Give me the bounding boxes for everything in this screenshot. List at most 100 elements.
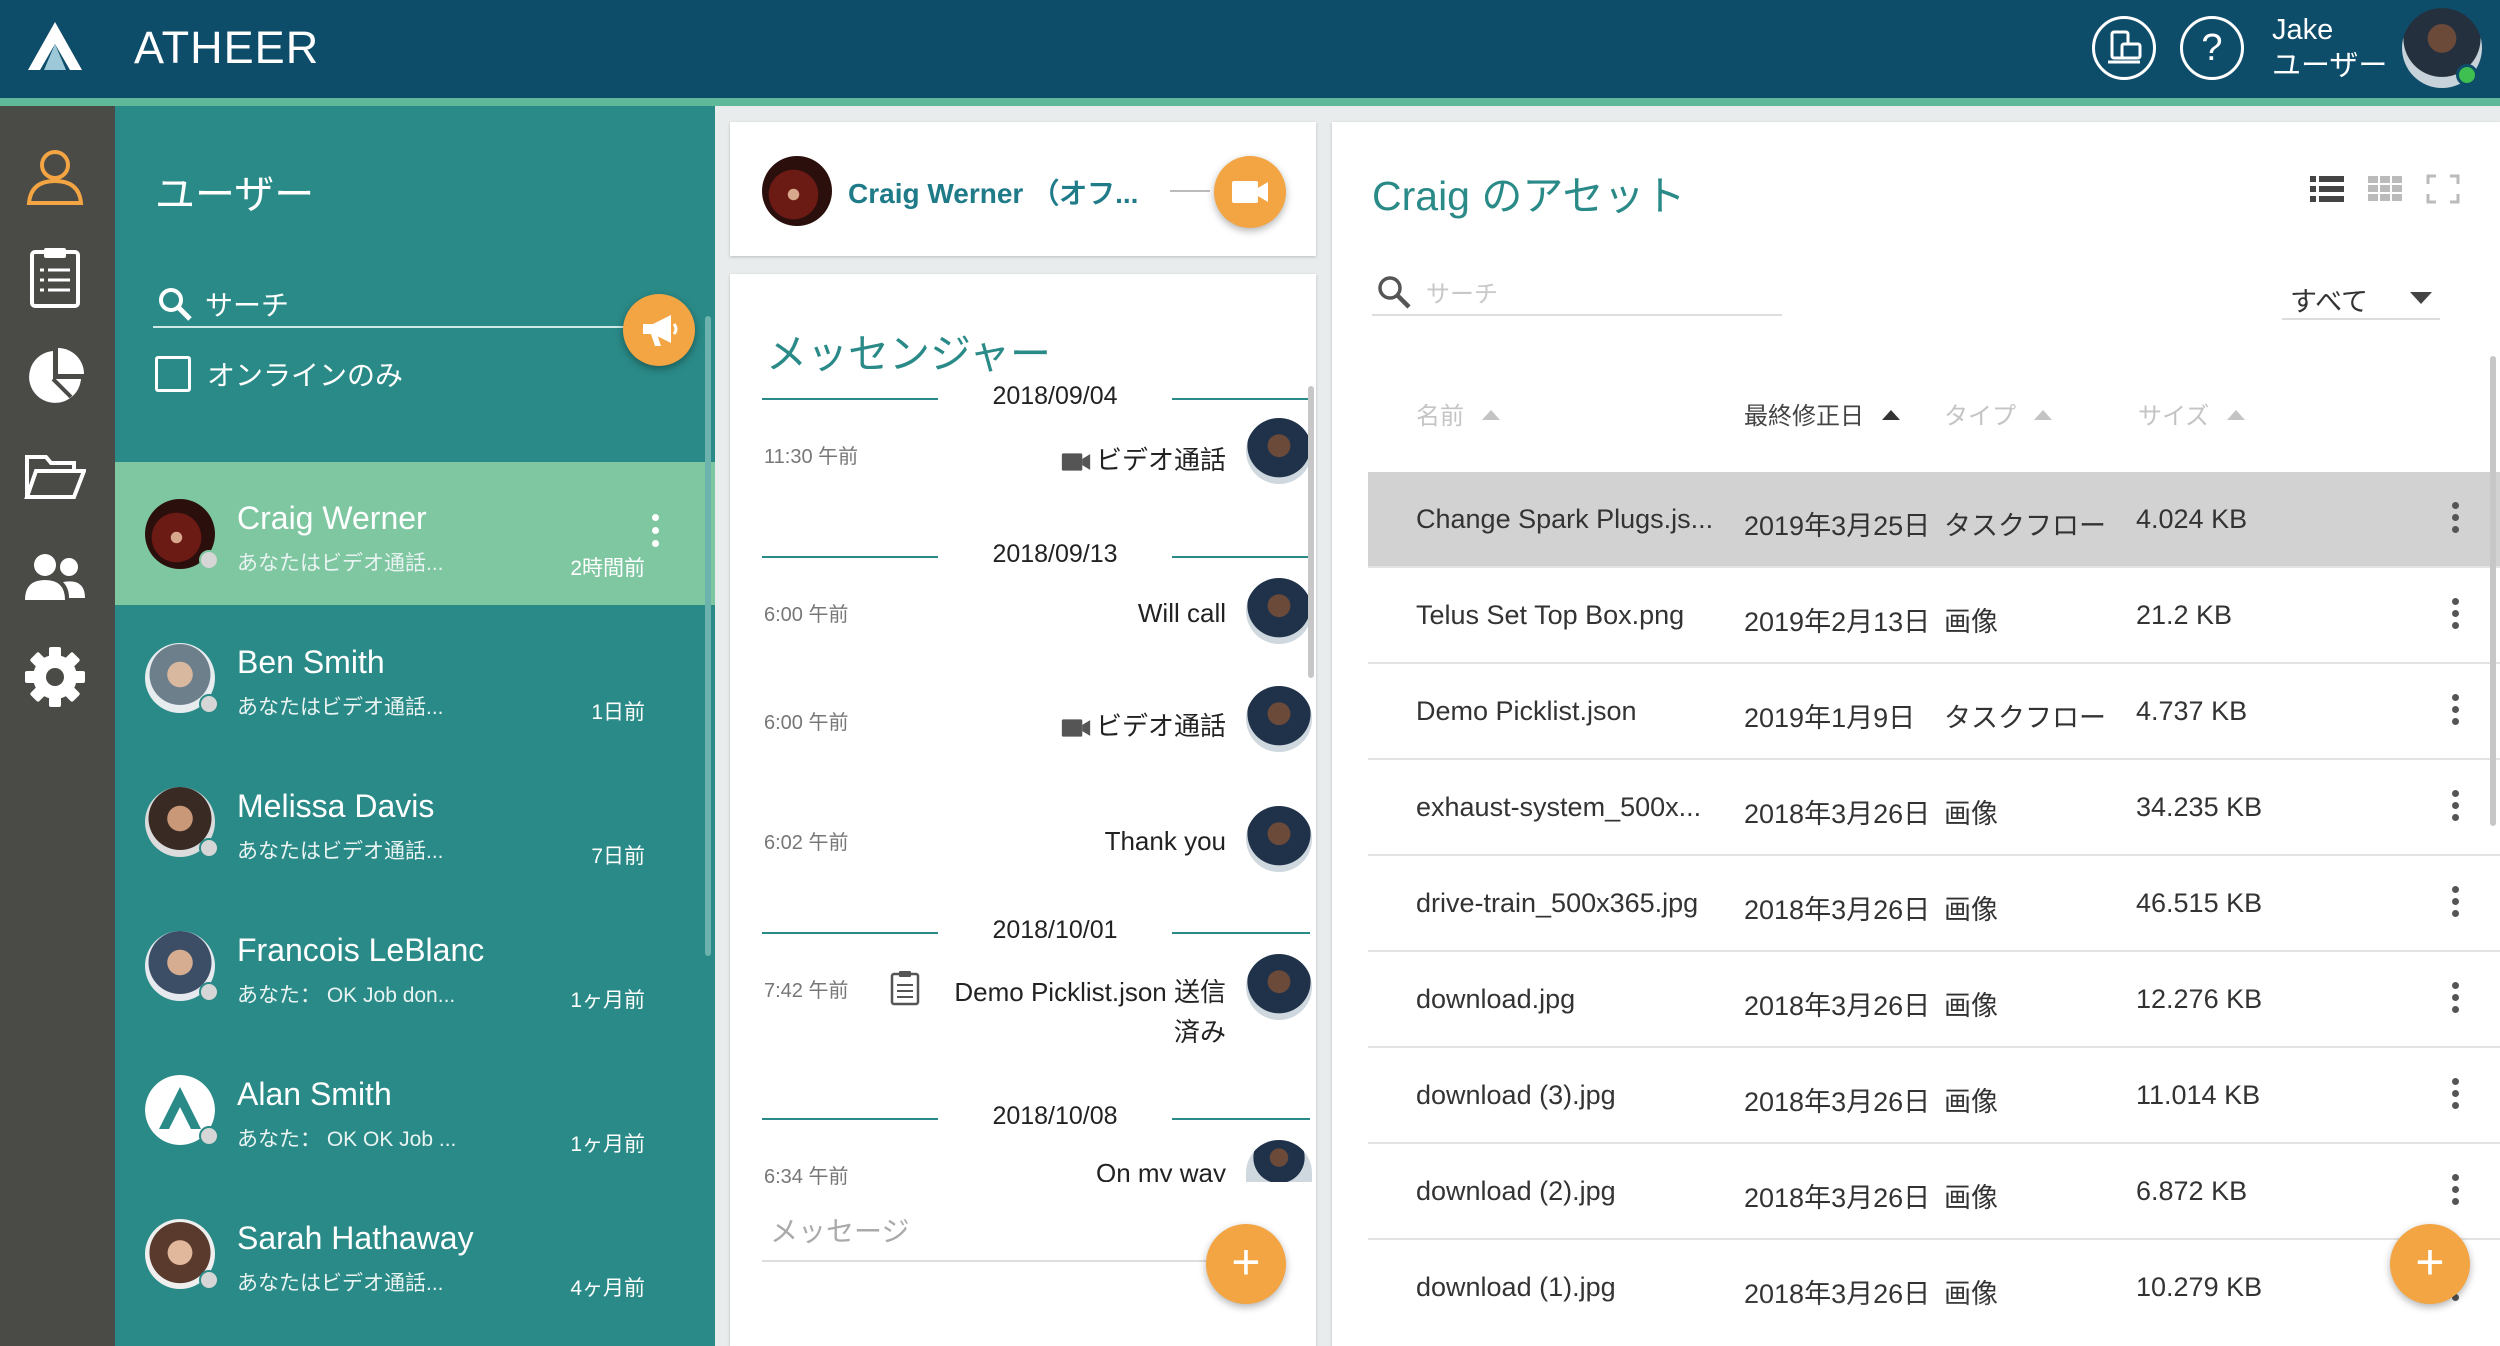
user-row-francois-leblanc[interactable]: Francois LeBlanc あなた： OK Job don... 1ヶ月前 [115, 894, 715, 1037]
sort-icon [2034, 409, 2052, 420]
announce-button[interactable] [623, 294, 695, 366]
more-vert-icon[interactable] [2452, 1078, 2460, 1114]
dropdown-arrow-icon [2410, 292, 2432, 304]
date-label: 2018/09/04 [992, 382, 1118, 410]
asset-row[interactable]: Telus Set Top Box.png 2019年2月13日 画像 21.2 KB [1368, 568, 2500, 664]
user-name: Sarah Hathaway [237, 1220, 474, 1256]
message-time: 7:42 午前 [764, 980, 849, 1002]
asset-modified: 2019年2月13日 [1744, 607, 1931, 637]
column-header-type[interactable]: タイプ [1944, 396, 2052, 431]
asset-row[interactable]: download (3).jpg 2018年3月26日 画像 11.014 KB [1368, 1048, 2500, 1144]
asset-search-input[interactable]: サーチ [1372, 266, 1782, 316]
asset-row[interactable]: exhaust-system_500x... 2018年3月26日 画像 34.235… [1368, 760, 2500, 856]
video-camera-icon [1232, 181, 1268, 203]
more-vert-icon[interactable] [651, 514, 661, 554]
more-vert-icon[interactable] [2452, 790, 2460, 826]
asset-size: 12.276 KB [2136, 984, 2263, 1014]
column-header-name[interactable]: 名前 [1416, 396, 1500, 431]
online-only-checkbox[interactable] [155, 356, 191, 392]
column-label: 名前 [1416, 403, 1464, 430]
top-bar-accent [0, 98, 2500, 106]
fullscreen-icon[interactable] [2426, 174, 2460, 204]
more-vert-icon[interactable] [2452, 886, 2460, 922]
nav-files[interactable] [20, 442, 90, 512]
grid-view-icon[interactable] [2368, 174, 2402, 204]
date-separator: 2018/09/04 [762, 378, 1310, 418]
current-user[interactable]: Jake ユーザー [2272, 12, 2387, 84]
column-header-modified[interactable]: 最終修正日 [1744, 396, 1900, 431]
message-input-underline [762, 1260, 1212, 1262]
call-contact-name: Craig Werner （オフ... [848, 178, 1139, 209]
video-camera-icon [1061, 719, 1091, 737]
nav-tasks[interactable] [20, 242, 90, 312]
search-label: サーチ [205, 290, 290, 321]
help-button[interactable]: ? [2180, 16, 2244, 80]
messenger-scrollbar[interactable] [1308, 386, 1314, 678]
message-input[interactable]: メッセージ [770, 1210, 909, 1250]
add-asset-button[interactable]: + [2390, 1224, 2470, 1304]
current-user-role: ユーザー [2272, 50, 2388, 82]
asset-size: 34.235 KB [2136, 792, 2263, 822]
asset-row[interactable]: download.jpg 2018年3月26日 画像 12.276 KB [1368, 952, 2500, 1048]
nav-analytics[interactable] [20, 342, 90, 412]
asset-modified: 2018年3月26日 [1744, 799, 1931, 829]
asset-type: タスクフロー [1944, 703, 2106, 733]
messenger-panel: メッセンジャー 2018/09/04 11:30 午前 ビデオ通話 2018/0… [730, 274, 1316, 1346]
last-message: あなた： OK OK Job ... [237, 1128, 457, 1151]
last-message: あなたはビデオ通話... [237, 840, 444, 863]
asset-row[interactable]: Demo Picklist.json 2019年1月9日 タスクフロー 4.737 K… [1368, 664, 2500, 760]
assets-scrollbar[interactable] [2490, 356, 2496, 826]
asset-name: drive-train_500x365.jpg [1416, 888, 1699, 918]
asset-name: download.jpg [1416, 984, 1576, 1014]
user-icon [26, 150, 84, 205]
user-row-melissa-davis[interactable]: Melissa Davis あなたはビデオ通話... 7日前 [115, 750, 715, 893]
last-time: 1ヶ月前 [570, 1133, 645, 1156]
nav-users[interactable] [20, 142, 90, 212]
atheer-logo-icon [28, 22, 82, 70]
status-dot [199, 838, 219, 858]
user-name: Alan Smith [237, 1076, 392, 1112]
asset-size: 10.279 KB [2136, 1272, 2263, 1302]
more-vert-icon[interactable] [2452, 1174, 2460, 1210]
asset-row[interactable]: Change Spark Plugs.js... 2019年3月25日 タスクフロー… [1368, 472, 2500, 568]
asset-size: 21.2 KB [2136, 600, 2233, 630]
asset-row[interactable]: drive-train_500x365.jpg 2018年3月26日 画像 46.51… [1368, 856, 2500, 952]
message-label: ビデオ通話 [1095, 711, 1226, 741]
more-vert-icon[interactable] [2452, 694, 2460, 730]
top-bar: ATHEER ? Jake ユーザー [0, 0, 2500, 98]
sender-avatar [1246, 686, 1312, 752]
more-vert-icon[interactable] [2452, 598, 2460, 634]
video-call-button[interactable] [1214, 156, 1286, 228]
column-header-size[interactable]: サイズ [2138, 396, 2246, 431]
add-attachment-button[interactable]: + [1206, 1224, 1286, 1304]
nav-groups[interactable] [20, 542, 90, 612]
asset-size: 6.872 KB [2136, 1176, 2248, 1206]
devices-button[interactable] [2092, 16, 2156, 80]
user-name: Melissa Davis [237, 788, 435, 824]
asset-name: Telus Set Top Box.png [1416, 600, 1685, 630]
online-only-label: オンラインのみ [207, 360, 404, 391]
more-vert-icon[interactable] [2452, 502, 2460, 538]
user-row-ben-smith[interactable]: Ben Smith あなたはビデオ通話... 1日前 [115, 606, 715, 749]
more-vert-icon[interactable] [2452, 982, 2460, 1018]
asset-type: 画像 [1944, 1087, 1998, 1117]
user-row-sarah-hathaway[interactable]: Sarah Hathaway あなたはビデオ通話... 4ヶ月前 [115, 1182, 715, 1325]
asset-modified: 2018年3月26日 [1744, 1183, 1931, 1213]
asset-filter-select[interactable]: すべて [2282, 272, 2440, 320]
users-scrollbar[interactable] [705, 316, 711, 956]
asset-row[interactable]: download (2).jpg 2018年3月26日 画像 6.872 KB [1368, 1144, 2500, 1240]
user-search-input[interactable]: サーチ [153, 276, 663, 328]
user-row-alan-smith[interactable]: Alan Smith あなた： OK OK Job ... 1ヶ月前 [115, 1038, 715, 1181]
message-text: ビデオ通話 [1060, 706, 1226, 743]
user-row-craig-werner[interactable]: Craig Werner あなたはビデオ通話... 2時間前 [115, 462, 715, 605]
nav-settings[interactable] [20, 642, 90, 712]
last-message: あなた： OK Job don... [237, 984, 456, 1007]
folder-icon [24, 455, 86, 499]
last-time: 1ヶ月前 [570, 989, 645, 1012]
asset-size: 46.515 KB [2136, 888, 2263, 918]
megaphone-icon [643, 315, 678, 346]
message-text: Demo Picklist.json 送信 済み [954, 972, 1226, 1052]
date-separator: 2018/09/13 [762, 536, 1310, 576]
pie-chart-icon [29, 348, 84, 403]
list-view-icon[interactable] [2310, 174, 2344, 204]
